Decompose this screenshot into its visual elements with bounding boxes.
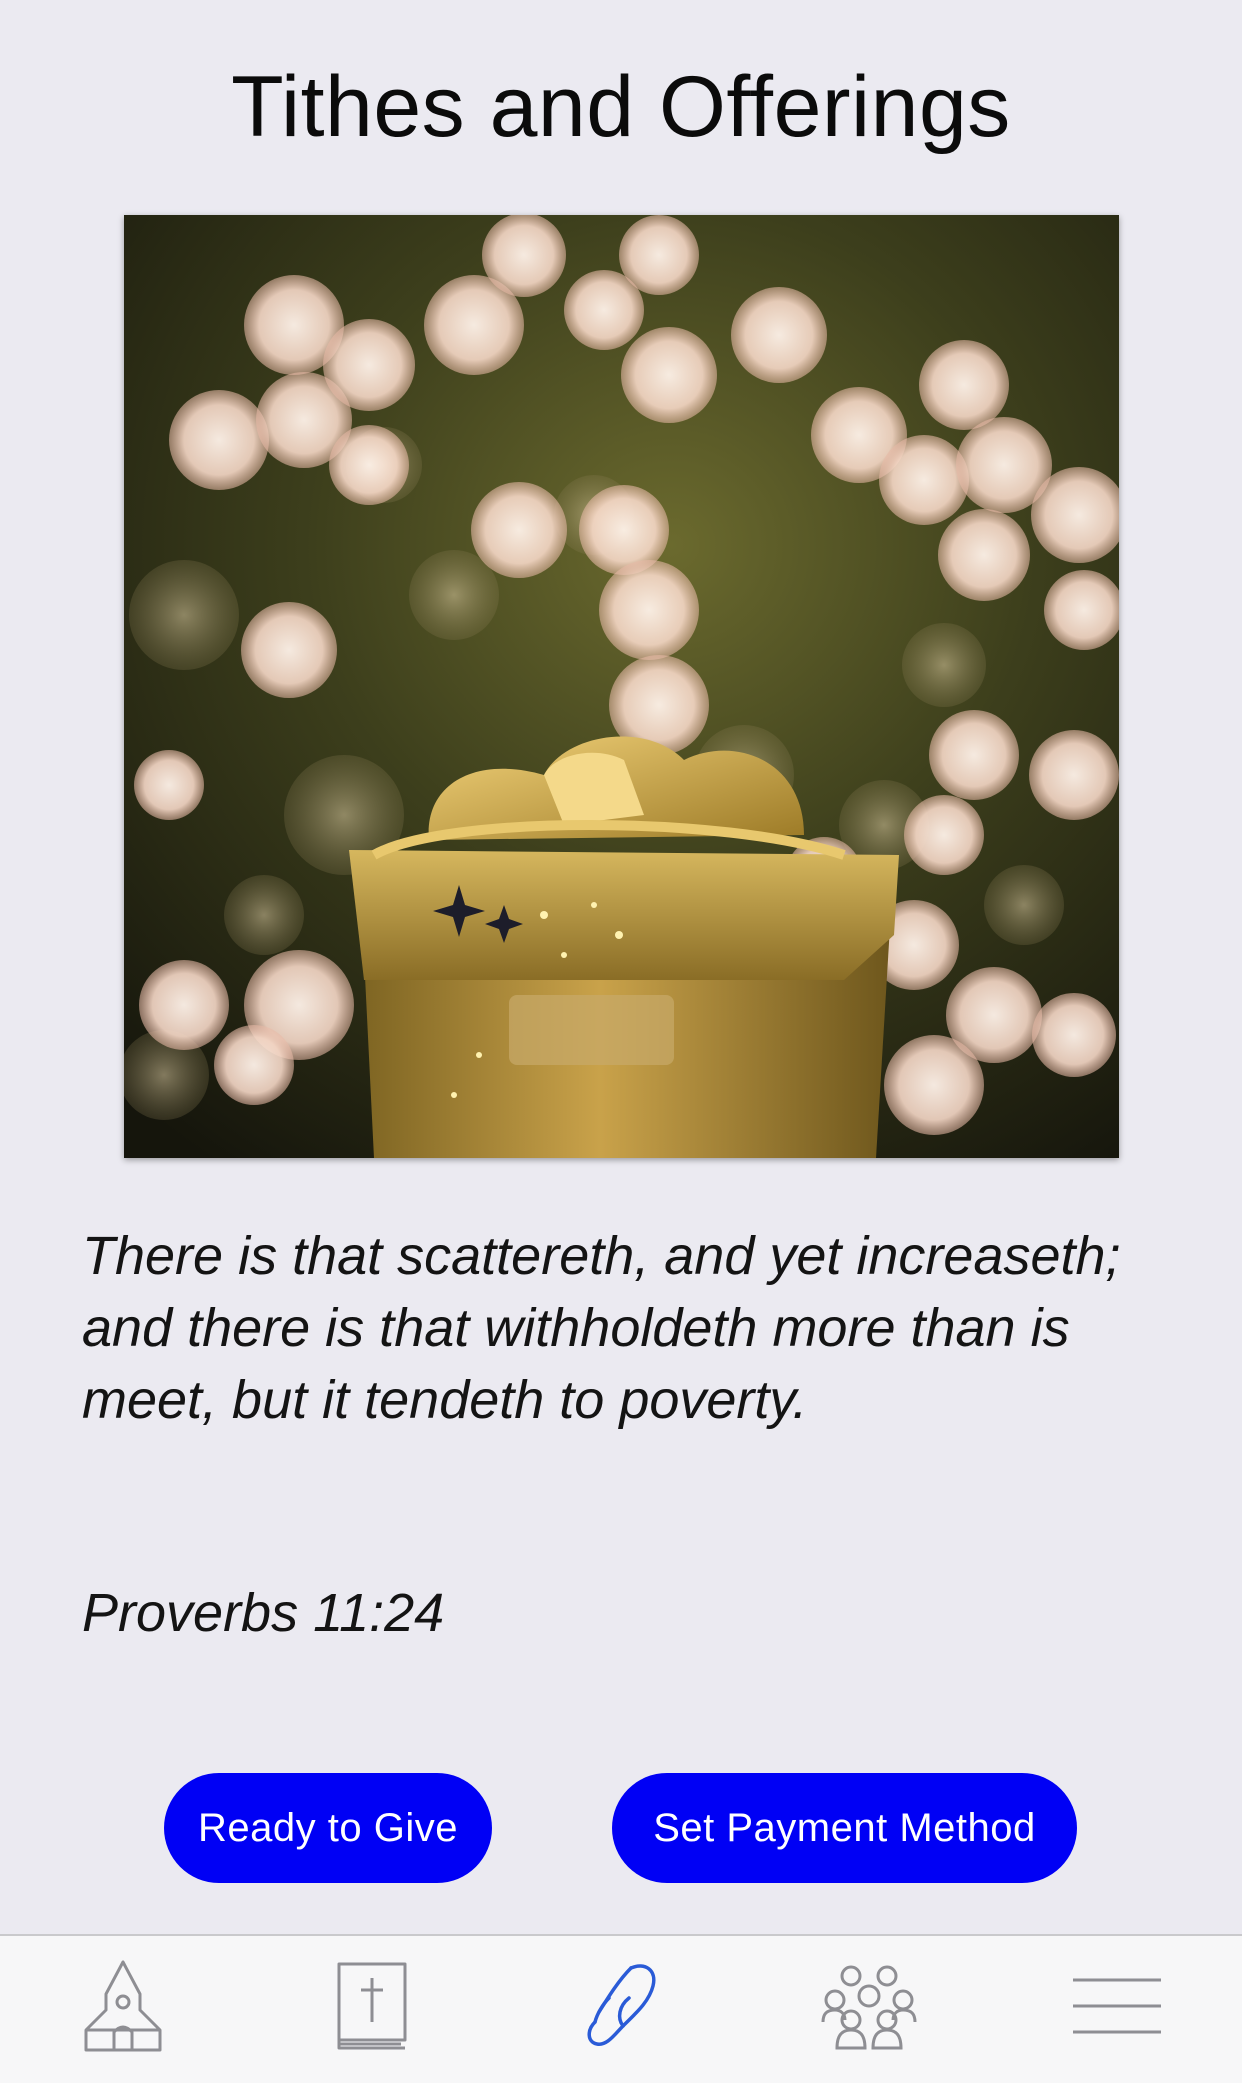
tab-church[interactable] (58, 1946, 188, 2066)
ready-to-give-button[interactable]: Ready to Give (164, 1773, 492, 1883)
bible-icon (337, 1962, 407, 2050)
tab-bar (0, 1934, 1242, 2083)
menu-icon (1073, 1978, 1161, 2034)
give-hand-icon (587, 1964, 656, 2046)
tab-bible[interactable] (306, 1946, 436, 2066)
hero-image (124, 215, 1119, 1158)
church-icon (84, 1960, 162, 2052)
verse-reference: Proverbs 11:24 (82, 1583, 445, 1643)
page-title: Tithes and Offerings (231, 59, 1011, 155)
verse-text: There is that scattereth, and yet increa… (82, 1226, 1121, 1430)
tab-give[interactable] (556, 1946, 686, 2066)
tab-menu[interactable] (1052, 1946, 1182, 2066)
tab-people[interactable] (804, 1946, 934, 2066)
people-icon (821, 1965, 917, 2050)
set-payment-method-button[interactable]: Set Payment Method (612, 1773, 1077, 1883)
